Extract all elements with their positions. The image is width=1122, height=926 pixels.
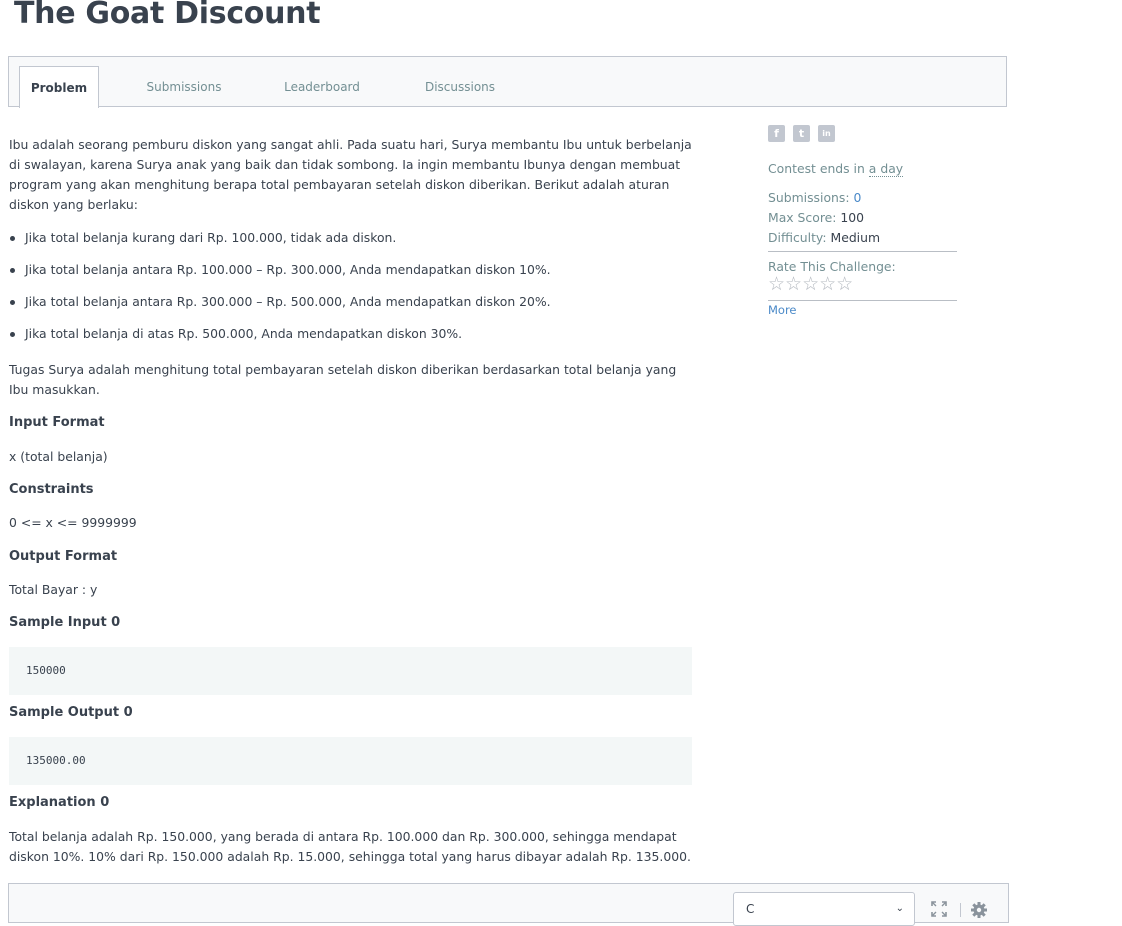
- input-format-text: x (total belanja): [9, 449, 108, 464]
- fullscreen-icon[interactable]: [931, 901, 947, 917]
- constraints-heading: Constraints: [9, 482, 94, 497]
- submissions-label: Submissions:: [768, 190, 850, 205]
- output-format-text: Total Bayar : y: [9, 582, 98, 597]
- tab-submissions[interactable]: Submissions: [141, 66, 227, 108]
- explanation-text: Total belanja adalah Rp. 150.000, yang b…: [9, 829, 691, 864]
- sample-input-heading: Sample Input 0: [9, 615, 121, 630]
- problem-intro: Ibu adalah seorang pemburu diskon yang s…: [9, 137, 692, 212]
- contest-ends: Contest ends in a day: [768, 161, 957, 177]
- twitter-icon[interactable]: t: [793, 125, 810, 142]
- social-share: f t in: [768, 125, 957, 142]
- max-score-value: 100: [840, 210, 865, 225]
- gear-icon[interactable]: [970, 901, 988, 919]
- problem-statement: Ibu adalah seorang pemburu diskon yang s…: [9, 135, 692, 864]
- language-select[interactable]: C ⌄: [733, 892, 915, 926]
- output-format-heading: Output Format: [9, 549, 118, 564]
- toolbar-divider: [960, 903, 961, 917]
- explanation-heading: Explanation 0: [9, 795, 110, 810]
- challenge-tabs: Problem Submissions Leaderboard Discussi…: [8, 56, 1007, 108]
- challenge-sidebar: f t in Contest ends in a day Submissions…: [768, 125, 957, 317]
- submissions-count-link[interactable]: 0: [853, 190, 861, 205]
- sample-output-block: 135000.00: [9, 737, 692, 785]
- more-link[interactable]: More: [768, 303, 957, 317]
- list-item: Jika total belanja antara Rp. 100.000 – …: [9, 260, 692, 280]
- tab-problem[interactable]: Problem: [19, 66, 99, 108]
- sample-input-block: 150000: [9, 647, 692, 695]
- problem-task: Tugas Surya adalah menghitung total pemb…: [9, 362, 677, 397]
- difficulty-value: Medium: [830, 230, 881, 245]
- list-item: Jika total belanja di atas Rp. 500.000, …: [9, 324, 692, 344]
- tab-discussions[interactable]: Discussions: [417, 66, 503, 108]
- contest-ends-label: Contest ends in: [768, 161, 869, 176]
- chevron-down-icon: ⌄: [895, 903, 904, 914]
- language-select-value: C: [746, 902, 755, 916]
- challenge-stats: Submissions: 0 Max Score: 100 Difficulty…: [768, 188, 957, 248]
- sample-output-heading: Sample Output 0: [9, 705, 133, 720]
- difficulty-label: Difficulty:: [768, 230, 827, 245]
- input-format-heading: Input Format: [9, 415, 105, 430]
- list-item: Jika total belanja antara Rp. 300.000 – …: [9, 292, 692, 312]
- rating-stars[interactable]: ☆☆☆☆☆: [768, 274, 957, 294]
- linkedin-icon[interactable]: in: [818, 125, 835, 142]
- facebook-icon[interactable]: f: [768, 125, 785, 142]
- contest-ends-value: a day: [868, 161, 904, 177]
- max-score-label: Max Score:: [768, 210, 837, 225]
- discount-rules-list: Jika total belanja kurang dari Rp. 100.0…: [9, 228, 692, 344]
- divider: [768, 300, 957, 301]
- page-title: The Goat Discount: [14, 0, 321, 31]
- list-item: Jika total belanja kurang dari Rp. 100.0…: [9, 228, 692, 248]
- divider: [768, 251, 957, 252]
- constraints-text: 0 <= x <= 9999999: [9, 515, 137, 530]
- editor-toolbar: C ⌄: [8, 883, 1009, 926]
- rate-challenge-label: Rate This Challenge:: [768, 259, 896, 274]
- tab-leaderboard[interactable]: Leaderboard: [279, 66, 365, 108]
